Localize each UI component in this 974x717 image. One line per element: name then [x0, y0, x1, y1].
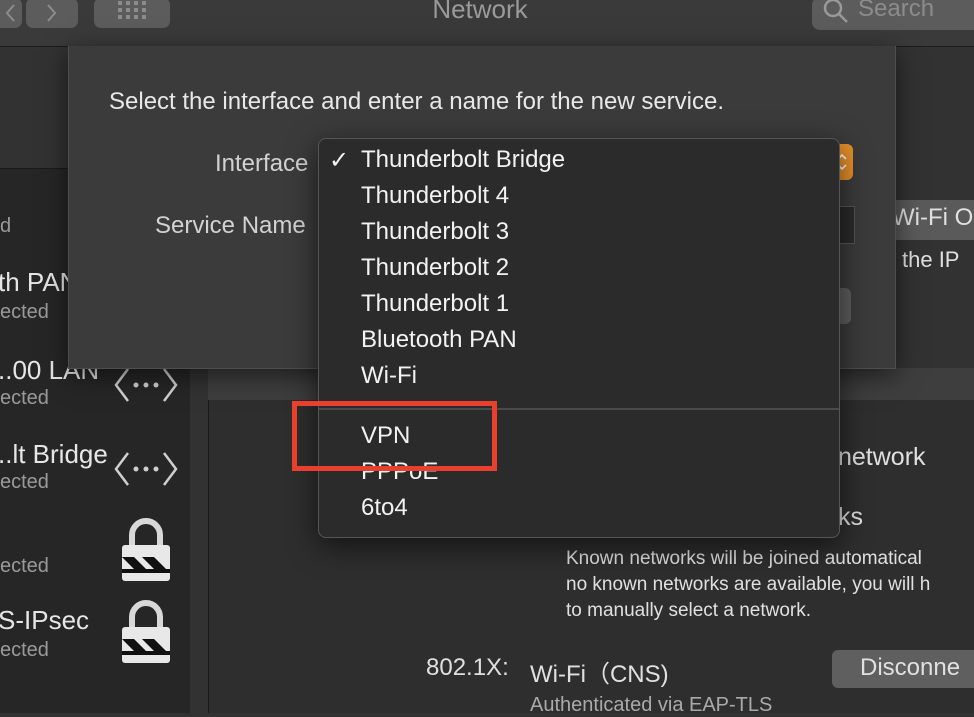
known-networks-description: Known networks will be joined automatica…	[566, 546, 930, 624]
sidebar-item-status: ected	[0, 301, 49, 323]
menu-item-thunderbolt-bridge[interactable]: ✓ Thunderbolt Bridge	[319, 145, 839, 181]
menu-item-label: Thunderbolt 3	[361, 218, 510, 245]
grid-icon	[118, 1, 146, 19]
interface-label: Interface	[215, 150, 309, 177]
menu-item-label: Thunderbolt 4	[361, 182, 510, 209]
disconnect-button[interactable]: Disconne	[832, 650, 974, 688]
menu-item-bluetooth-pan[interactable]: Bluetooth PAN	[319, 325, 839, 361]
toolbar: Network Search	[0, 0, 974, 47]
ethernet-icon	[114, 452, 178, 486]
dot1x-value: Wi-Fi（CNS)	[530, 661, 669, 688]
known-networks-heading: ks	[838, 503, 863, 531]
sidebar-item-status: ected	[0, 471, 49, 493]
search-icon	[823, 0, 848, 23]
ethernet-icon	[114, 368, 178, 402]
sidebar-item[interactable]: ..lt Bridge ected	[0, 431, 190, 515]
auth-status: Authenticated via EAP-TLS	[530, 694, 773, 716]
dot1x-label: 802.1X:	[426, 654, 509, 681]
menu-item-thunderbolt-2[interactable]: Thunderbolt 2	[319, 253, 839, 289]
network-name-text: network	[838, 443, 926, 471]
sidebar-header: d	[0, 215, 12, 237]
description-line: Known networks will be joined automatica…	[566, 548, 922, 569]
sidebar-item-name: th PAN	[0, 267, 79, 297]
menu-item-label: Thunderbolt Bridge	[361, 146, 566, 173]
description-line: to manually select a network.	[566, 600, 812, 621]
sidebar-item-status: ected	[0, 555, 49, 577]
sidebar-item-name: ..lt Bridge	[0, 439, 108, 469]
menu-item-label: Bluetooth PAN	[361, 326, 517, 353]
search-field[interactable]: Search	[812, 0, 974, 30]
lock-icon	[122, 600, 170, 663]
interface-menu: ✓ Thunderbolt Bridge Thunderbolt 4 Thund…	[318, 138, 840, 538]
window-title: Network	[432, 0, 528, 24]
sidebar-item-status: ected	[0, 639, 49, 661]
menu-item-6to4[interactable]: 6to4	[319, 493, 839, 529]
service-name-label: Service Name	[155, 212, 306, 239]
back-button[interactable]	[0, 0, 22, 28]
menu-item-thunderbolt-4[interactable]: Thunderbolt 4	[319, 181, 839, 217]
menu-item-thunderbolt-3[interactable]: Thunderbolt 3	[319, 217, 839, 253]
sidebar-item[interactable]: ected	[0, 515, 190, 599]
menu-item-wifi[interactable]: Wi-Fi	[319, 361, 839, 397]
disconnect-button-label: Disconne	[860, 654, 961, 681]
sidebar-item-status: ected	[0, 387, 49, 409]
menu-item-thunderbolt-1[interactable]: Thunderbolt 1	[319, 289, 839, 325]
checkmark-icon: ✓	[329, 147, 350, 174]
chevron-left-icon	[5, 4, 15, 22]
menu-item-label: 6to4	[361, 494, 408, 521]
show-all-button[interactable]	[94, 0, 170, 28]
forward-button[interactable]	[26, 0, 78, 28]
description-line: no known networks are available, you wil…	[566, 574, 931, 595]
sidebar-item-name: S-IPsec	[0, 605, 90, 635]
wifi-button[interactable]: Wi-Fi O	[886, 200, 974, 240]
highlight-box	[292, 401, 497, 471]
ip-text: the IP	[902, 247, 960, 272]
search-placeholder: Search	[858, 0, 935, 22]
sheet-message: Select the interface and enter a name fo…	[109, 88, 725, 115]
chevron-right-icon	[47, 4, 57, 22]
menu-item-label: Thunderbolt 1	[361, 290, 510, 317]
sidebar-item[interactable]: S-IPsec ected	[0, 599, 190, 683]
menu-item-label: Wi-Fi	[361, 362, 417, 389]
menu-item-label: Thunderbolt 2	[361, 254, 510, 281]
lock-icon	[122, 518, 170, 581]
wifi-button-label: Wi-Fi O	[892, 204, 974, 231]
